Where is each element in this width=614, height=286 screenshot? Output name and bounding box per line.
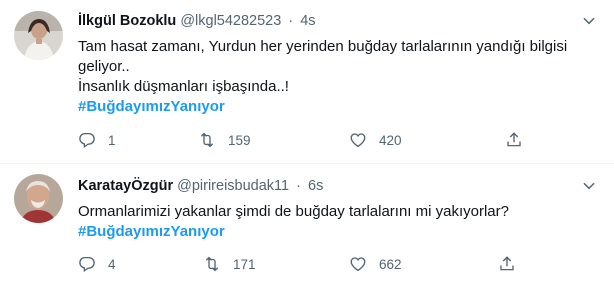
tweet-1-header: İlkgül Bozoklu @lkgl54282523 · 4s	[78, 12, 316, 30]
reply-button[interactable]: 4	[78, 255, 116, 273]
share-button[interactable]	[498, 255, 516, 273]
tweet-line: Ormanlarimizi yakanlar şimdi de buğday t…	[78, 203, 509, 220]
avatar-ilkgul[interactable]	[14, 11, 63, 60]
share-icon	[507, 132, 521, 147]
reply-icon	[79, 256, 95, 273]
more-icon[interactable]	[580, 177, 598, 195]
tweet-2-header: KaratayÖzgür @pirireisbudak11 · 6s	[78, 177, 323, 195]
retweet-icon	[200, 132, 214, 148]
user-handle[interactable]: @lkgl54282523	[180, 13, 281, 29]
retweet-button[interactable]: 159	[198, 131, 251, 149]
like-icon	[350, 257, 366, 272]
tweet-1-text: Tam hasat zamanı, Yurdun her yerinden bu…	[78, 37, 578, 117]
tweet-1-actions: 1 159 420	[78, 131, 528, 151]
tweet-2-text: Ormanlarimizi yakanlar şimdi de buğday t…	[78, 202, 578, 242]
like-button[interactable]: 662	[349, 255, 402, 273]
display-name[interactable]: KaratayÖzgür	[78, 178, 173, 194]
like-button[interactable]: 420	[349, 131, 402, 149]
tweet-2-actions: 4 171 662	[78, 255, 528, 275]
like-count: 662	[379, 256, 402, 272]
share-button[interactable]	[505, 131, 523, 149]
separator-dot: ·	[296, 178, 301, 194]
tweet-line: Tam hasat zamanı, Yurdun her yerinden bu…	[78, 38, 568, 55]
reply-count: 1	[108, 132, 116, 148]
reply-count: 4	[108, 256, 116, 272]
timestamp[interactable]: 6s	[308, 178, 323, 194]
separator-dot: ·	[288, 13, 294, 29]
share-icon	[500, 256, 514, 271]
like-count: 420	[379, 132, 402, 148]
retweet-icon	[205, 256, 219, 272]
tweet-line: İnsanlık düşmanları işbaşında..!	[78, 78, 289, 95]
timestamp[interactable]: 4s	[300, 13, 315, 29]
retweet-count: 159	[228, 132, 251, 148]
tweet-line: geliyor..	[78, 58, 130, 75]
display-name[interactable]: İlkgül Bozoklu	[78, 13, 176, 29]
hashtag-link[interactable]: #BuğdayımızYanıyor	[78, 97, 578, 117]
more-icon[interactable]	[580, 12, 598, 30]
like-icon	[350, 133, 366, 148]
reply-button[interactable]: 1	[78, 131, 116, 149]
avatar-karatay[interactable]	[14, 174, 63, 223]
reply-icon	[79, 132, 95, 149]
hashtag-link[interactable]: #BuğdayımızYanıyor	[78, 222, 578, 242]
user-handle[interactable]: @pirireisbudak11	[177, 178, 289, 194]
retweet-button[interactable]: 171	[203, 255, 256, 273]
retweet-count: 171	[233, 256, 256, 272]
